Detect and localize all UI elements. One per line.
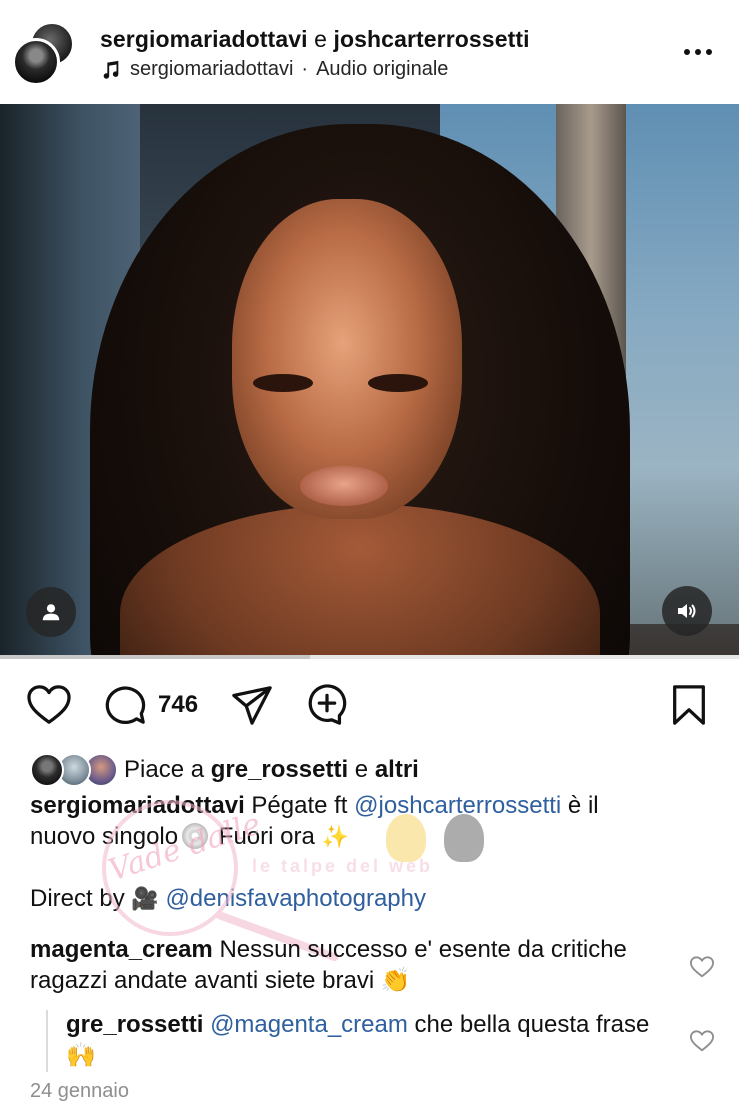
- caption-text: Direct by: [30, 885, 125, 912]
- speaker-icon: [678, 604, 696, 618]
- post-video[interactable]: [0, 104, 739, 658]
- likes-prefix: Piace a: [124, 756, 205, 783]
- music-note-icon: [103, 60, 119, 79]
- author-link-1[interactable]: sergiomariadottavi: [100, 26, 308, 52]
- post-authors: sergiomariadottavi e joshcarterrossetti: [100, 26, 530, 53]
- caption-line-3: Direct by 🎥 @denisfavaphotography: [30, 883, 720, 914]
- comment: magenta_cream Nessun successo e' esente …: [30, 934, 690, 996]
- authors-conjunction: e: [314, 26, 327, 52]
- caption-mention[interactable]: @denisfavaphotography: [165, 885, 426, 912]
- reply-like-heart-icon[interactable]: [689, 1029, 715, 1053]
- likes-conjunction: e: [354, 756, 369, 783]
- more-horizontal-icon: [684, 49, 690, 55]
- caption-text: nuovo singolo: [30, 823, 179, 850]
- likes-text: Piace a gre_rossetti e altri: [124, 756, 419, 784]
- video-frame-eye-right: [368, 374, 428, 392]
- more-options-button[interactable]: [676, 34, 720, 70]
- sound-toggle-button[interactable]: [662, 586, 712, 636]
- share-button[interactable]: [230, 680, 274, 730]
- author-link-2[interactable]: joshcarterrossetti: [334, 26, 530, 52]
- bookmark-icon: [673, 685, 705, 725]
- liker-avatars: [30, 753, 118, 787]
- audio-separator: ·: [301, 58, 309, 80]
- caption-text: è il: [567, 792, 599, 819]
- user-tag-icon: [42, 604, 60, 621]
- like-button[interactable]: [26, 680, 72, 730]
- clapping-emoji-icon: 👏: [380, 967, 411, 994]
- more-dot: [706, 49, 712, 55]
- post-caption: sergiomariadottavi Pégate ft @joshcarter…: [30, 790, 720, 914]
- share-icon: [232, 686, 272, 725]
- comment-icon: [105, 686, 146, 724]
- more-dot: [695, 49, 701, 55]
- video-progress-fill: [0, 655, 311, 659]
- collab-avatars[interactable]: [12, 20, 78, 86]
- raised-hands-emoji-icon: 🙌: [66, 1042, 96, 1069]
- remix-icon: [308, 684, 347, 725]
- save-button[interactable]: [670, 680, 708, 730]
- video-frame-lips: [300, 466, 388, 506]
- reply-thread-line: [46, 1010, 48, 1072]
- comment-count: 746: [158, 691, 199, 718]
- reply-mention[interactable]: @magenta_cream: [210, 1011, 408, 1038]
- audio-user: sergiomariadottavi: [130, 58, 294, 80]
- comment-button[interactable]: 746: [104, 680, 198, 730]
- caption-text: Fuori ora: [218, 823, 315, 850]
- heart-icon: [27, 685, 71, 724]
- avatar: [30, 753, 64, 787]
- caption-mention[interactable]: @joshcarterrossetti: [354, 792, 561, 819]
- post-header: sergiomariadottavi e joshcarterrossetti …: [0, 0, 739, 104]
- likes-others[interactable]: altri: [375, 756, 419, 783]
- comment-like-heart-icon[interactable]: [689, 955, 715, 979]
- video-frame-eye-left: [253, 374, 313, 392]
- caption-username[interactable]: sergiomariadottavi: [30, 792, 245, 819]
- comment-reply: gre_rossetti @magenta_cream che bella qu…: [66, 1009, 676, 1071]
- audio-attribution[interactable]: sergiomariadottavi · Audio originale: [100, 58, 448, 81]
- video-progress-bar[interactable]: [0, 655, 739, 659]
- comment-username[interactable]: magenta_cream: [30, 936, 213, 963]
- reply-username[interactable]: gre_rossetti: [66, 1011, 203, 1038]
- action-bar: 746: [0, 680, 739, 732]
- remix-button[interactable]: [304, 680, 350, 730]
- audio-label: Audio originale: [316, 58, 449, 80]
- caption-line-1: sergiomariadottavi Pégate ft @joshcarter…: [30, 790, 720, 821]
- likes-summary[interactable]: Piace a gre_rossetti e altri: [30, 752, 419, 788]
- tagged-users-button[interactable]: [26, 587, 76, 637]
- sparkles-emoji-icon: ✨: [321, 824, 349, 849]
- caption-text: Pégate ft: [251, 792, 348, 819]
- reply-text: che bella questa frase: [414, 1011, 650, 1038]
- liker-username[interactable]: gre_rossetti: [211, 756, 348, 783]
- post-date: 24 gennaio: [30, 1080, 129, 1102]
- movie-camera-emoji-icon: 🎥: [131, 886, 159, 911]
- disc-emoji-icon: [182, 823, 209, 849]
- avatar-sergiomariadottavi[interactable]: [12, 38, 60, 86]
- caption-line-2: nuovo singolo Fuori ora ✨: [30, 821, 720, 852]
